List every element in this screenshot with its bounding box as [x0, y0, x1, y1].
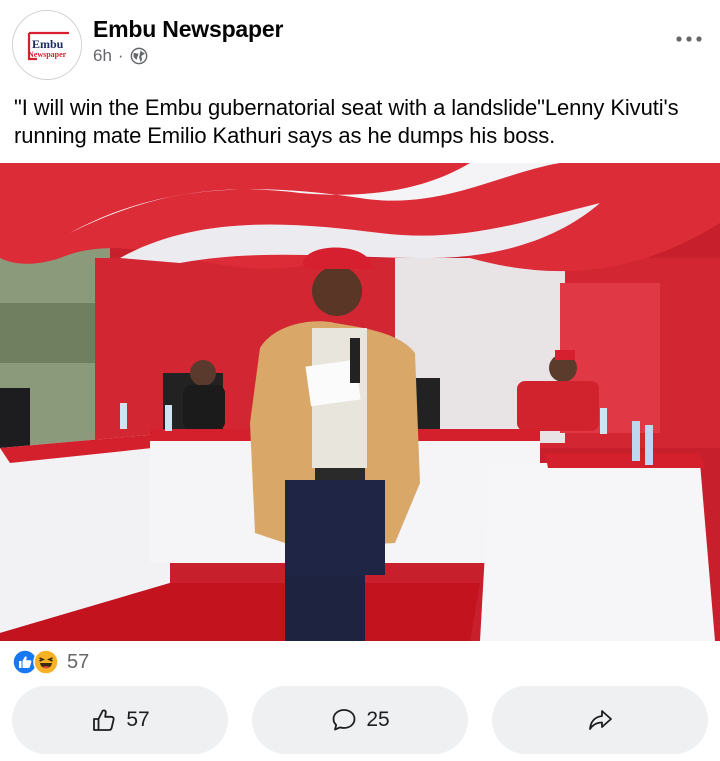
comment-count: 25 — [366, 708, 390, 731]
globe-icon — [130, 47, 147, 65]
svg-text:Newspaper: Newspaper — [28, 50, 67, 59]
reaction-count: 57 — [67, 650, 90, 673]
svg-text:Embu: Embu — [32, 37, 64, 51]
page-name[interactable]: Embu Newspaper — [93, 16, 283, 43]
post-actions: 57 25 — [12, 686, 708, 754]
post-header: Embu Newspaper Embu Newspaper 6h · — [0, 0, 720, 90]
like-count: 57 — [126, 708, 150, 731]
comment-button[interactable]: 25 — [252, 686, 468, 754]
reactions-summary[interactable]: 57 — [12, 649, 89, 675]
page-avatar[interactable]: Embu Newspaper — [12, 10, 82, 80]
embu-newspaper-logo: Embu Newspaper — [13, 11, 81, 79]
post-caption: "I will win the Embu gubernatorial seat … — [14, 95, 679, 148]
haha-icon — [33, 649, 59, 675]
share-button[interactable] — [492, 686, 708, 754]
more-options-button[interactable] — [672, 24, 706, 54]
like-button[interactable]: 57 — [12, 686, 228, 754]
post-photo[interactable] — [0, 163, 720, 641]
post-meta: 6h · — [93, 46, 148, 66]
more-dots-icon — [676, 36, 702, 42]
share-arrow-icon — [589, 710, 612, 730]
event-photo-illustration — [0, 163, 720, 641]
comment-icon — [332, 709, 356, 731]
thumbs-up-icon — [93, 709, 115, 731]
meta-separator: · — [117, 46, 124, 65]
post-time[interactable]: 6h — [93, 46, 112, 66]
